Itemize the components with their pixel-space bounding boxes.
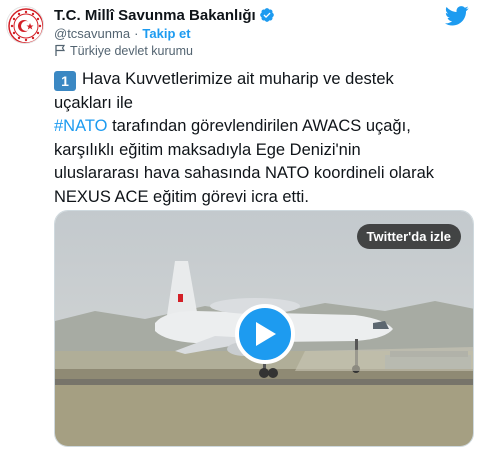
play-icon (256, 322, 276, 346)
text-line-4: karşılıklı eğitim maksadıyla Ege Denizi'… (54, 140, 361, 159)
flag-icon (54, 44, 66, 57)
tweet-text: 1 Hava Kuvvetlerimize ait muharip ve dest… (54, 68, 474, 209)
avatar[interactable] (6, 6, 44, 44)
display-name[interactable]: T.C. Millî Savunma Bakanlığı (54, 7, 256, 24)
name-row: T.C. Millî Savunma Bakanlığı (54, 5, 275, 25)
text-line-2: uçakları ile (54, 93, 133, 112)
text-line-3: #NATO tarafından görevlendirilen AWACS u… (54, 115, 474, 139)
meta-row: @tcsavunma · Takip et (54, 25, 191, 42)
handle[interactable]: @tcsavunma (54, 26, 130, 41)
text-segment: Hava Kuvvetlerimize ait muharip ve deste… (82, 70, 394, 88)
verified-badge-icon (259, 7, 275, 23)
keycap-badge: 1 (54, 71, 76, 91)
text-line-5: uluslararası hava sahasında NATO koordin… (54, 164, 435, 182)
state-label-text: Türkiye devlet kurumu (70, 43, 193, 58)
play-button[interactable] (235, 304, 295, 364)
text-segment: tarafından görevlendirilen AWACS uçağı, (107, 117, 411, 135)
state-affiliation-label[interactable]: Türkiye devlet kurumu (54, 42, 193, 59)
follow-button[interactable]: Takip et (142, 26, 190, 41)
watch-on-twitter-button[interactable]: Twitter'da izle (356, 224, 461, 249)
twitter-bird-icon[interactable] (444, 6, 469, 31)
separator-dot: · (134, 26, 139, 41)
text-line-6: NEXUS ACE eğitim görevi icra etti. (54, 187, 309, 206)
text-line-1: 1 Hava Kuvvetlerimize ait muharip ve dest… (54, 68, 474, 92)
tweet-card: T.C. Millî Savunma Bakanlığı @tcsavunma … (0, 0, 481, 455)
hashtag-link[interactable]: #NATO (54, 117, 108, 135)
seal-logo (8, 8, 43, 43)
video-preview[interactable]: Twitter'da izle (54, 210, 474, 447)
